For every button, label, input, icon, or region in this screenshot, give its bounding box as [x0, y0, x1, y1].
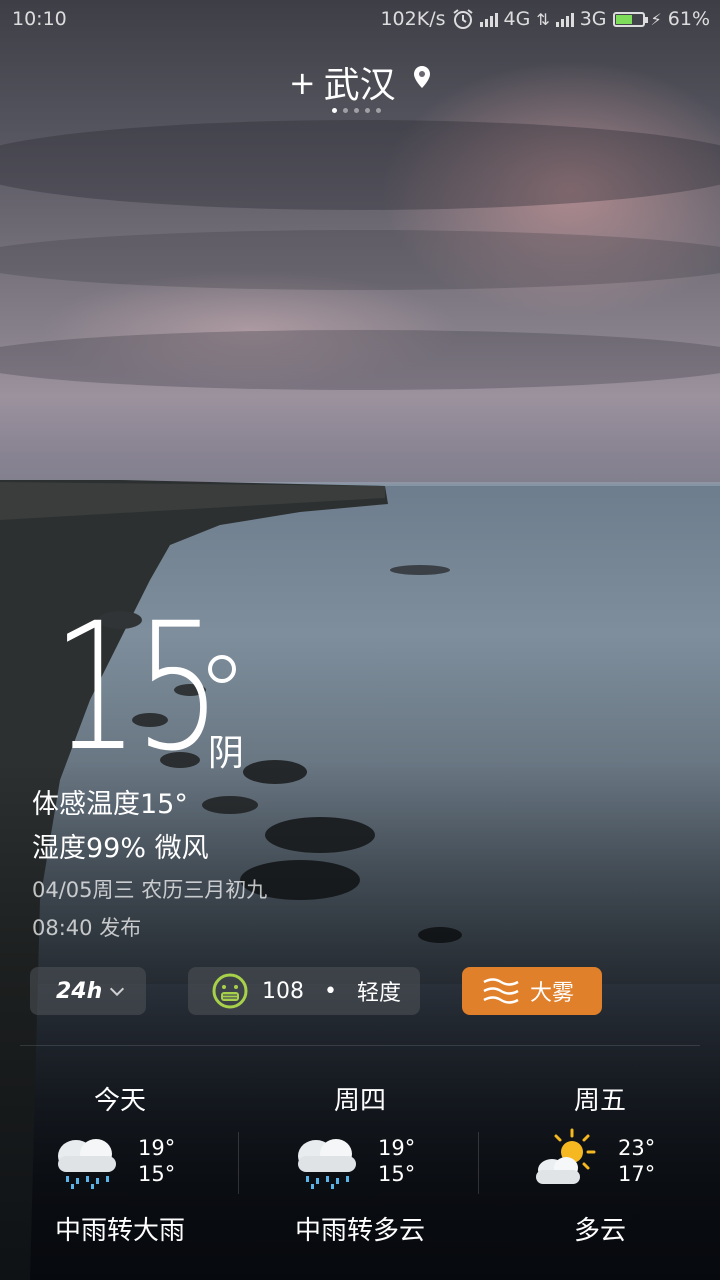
- forecast-high: 23°: [618, 1136, 656, 1160]
- forecast-day-label: 周四: [333, 1086, 386, 1116]
- fog-alert-button[interactable]: 大雾: [462, 967, 602, 1015]
- city-name[interactable]: 武汉: [324, 65, 396, 106]
- page-dot: [365, 108, 370, 113]
- city-header: + 武汉: [0, 56, 720, 108]
- forecast-high: 19°: [378, 1136, 416, 1160]
- current-condition: 阴: [208, 733, 245, 774]
- sim2-network: 3G: [579, 8, 607, 30]
- forecast-day[interactable]: 周五 23° 17° 多云: [480, 1080, 720, 1246]
- forecast-desc: 中雨转多云: [294, 1216, 425, 1246]
- signal-icon: [555, 11, 574, 27]
- aqi-level: 轻度: [356, 981, 401, 1006]
- sun-cloud-icon: [536, 1128, 596, 1184]
- divider: [478, 1132, 479, 1194]
- page-dot: [332, 108, 337, 113]
- charging-icon: ⚡: [650, 9, 662, 29]
- mask-face-icon: [212, 973, 248, 1009]
- location-pin-icon: [414, 66, 431, 88]
- hourly-forecast-button[interactable]: 24h: [30, 967, 146, 1015]
- forecast-low: 17°: [618, 1162, 656, 1186]
- divider: [20, 1045, 700, 1046]
- forecast-desc: 中雨转大雨: [54, 1216, 185, 1246]
- chevron-down-icon: [110, 981, 125, 996]
- aqi-value: 108: [262, 978, 304, 1004]
- hourly-label: 24h: [56, 978, 103, 1004]
- page-dot: [376, 108, 381, 113]
- sim1-network: 4G: [503, 8, 531, 30]
- page-indicator: [332, 108, 381, 113]
- forecast-day-label: 周五: [573, 1086, 626, 1116]
- weather-screen: 10:10 102K/s 4G ⇅ 3G ⚡ 61% + 武汉 15 阴 体感温…: [0, 0, 720, 1280]
- humidity-wind: 湿度99% 微风: [32, 833, 209, 864]
- aqi-separator: •: [324, 978, 337, 1004]
- status-right-group: 102K/s 4G ⇅ 3G ⚡ 61%: [380, 8, 710, 30]
- battery-percent: 61%: [667, 8, 710, 30]
- forecast-high: 19°: [138, 1136, 176, 1160]
- forecast-desc: 多云: [573, 1216, 626, 1246]
- alarm-clock-icon: [452, 9, 473, 29]
- forecast-day[interactable]: 今天 19° 15° 中雨转大雨: [0, 1080, 240, 1246]
- page-dot: [354, 108, 359, 113]
- publish-time: 08:40 发布: [32, 916, 142, 940]
- rain-cloud-icon: [298, 1139, 356, 1189]
- status-bar: 10:10 102K/s 4G ⇅ 3G ⚡ 61%: [0, 0, 720, 40]
- page-dot: [343, 108, 348, 113]
- alert-label: 大雾: [530, 981, 575, 1006]
- data-transfer-icon: ⇅: [536, 9, 550, 29]
- add-city-button[interactable]: +: [289, 64, 316, 102]
- degree-symbol: [208, 655, 236, 683]
- forecast-day-label: 今天: [93, 1086, 146, 1116]
- air-quality-button[interactable]: 108 • 轻度: [188, 967, 420, 1015]
- rain-cloud-icon: [58, 1139, 116, 1189]
- divider: [238, 1132, 239, 1194]
- fog-icon: [483, 978, 519, 1004]
- status-time: 10:10: [12, 8, 67, 30]
- battery-icon: [612, 11, 648, 27]
- network-speed: 102K/s: [380, 8, 446, 30]
- feels-like: 体感温度15°: [32, 789, 188, 820]
- signal-icon: [479, 11, 498, 27]
- current-temperature: 15: [52, 585, 222, 790]
- forecast-low: 15°: [378, 1162, 416, 1186]
- forecast-day[interactable]: 周四 19° 15° 中雨转多云: [240, 1080, 480, 1246]
- forecast-low: 15°: [138, 1162, 176, 1186]
- date-lunar: 04/05周三 农历三月初九: [32, 878, 268, 902]
